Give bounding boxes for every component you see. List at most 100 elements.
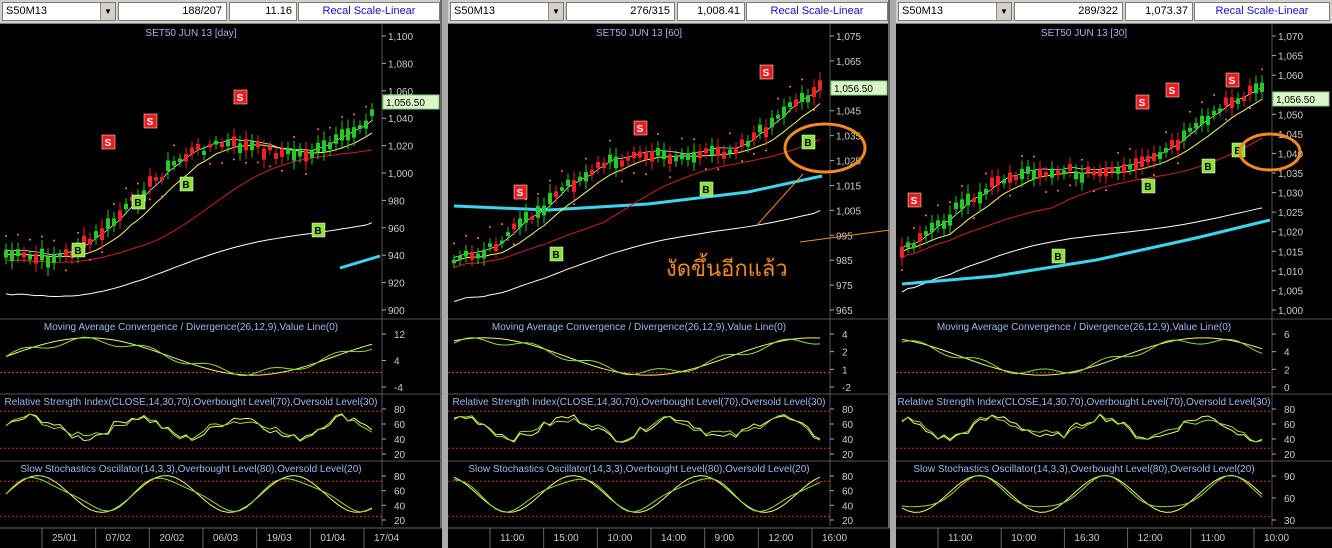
macd-line xyxy=(453,337,821,376)
parabolic-sar-dot xyxy=(317,128,319,131)
recal-scale-button[interactable]: Recal Scale-Linear xyxy=(298,2,440,21)
chart-canvas[interactable]: SET50 JUN 13 [day] 1,1001,0801,0601,0401,… xyxy=(0,24,442,548)
chart-title: SET50 JUN 13 [60] xyxy=(596,28,682,39)
candle-body xyxy=(806,95,810,103)
chart-panel-30min: S50M13 ▼ 289/322 1,073.37 Recal Scale-Lin… xyxy=(896,0,1332,548)
chevron-down-icon[interactable]: ▼ xyxy=(996,3,1011,20)
parabolic-sar-dot xyxy=(125,187,127,190)
candle-body xyxy=(960,199,964,209)
parabolic-sar-dot xyxy=(985,172,987,175)
candle-body xyxy=(112,218,116,226)
candle-body xyxy=(912,244,916,248)
candle-body xyxy=(1248,85,1252,95)
panel-toolbar: S50M13 ▼ 289/322 1,073.37 Recal Scale-Lin… xyxy=(896,0,1332,24)
candle-body xyxy=(1020,168,1024,180)
macd-tick-label: 4 xyxy=(842,330,848,341)
date-tick-label: 12:00 xyxy=(768,533,793,544)
recal-scale-button[interactable]: Recal Scale-Linear xyxy=(1194,2,1330,21)
rsi-title: Relative Strength Index(CLOSE,14,30,70),… xyxy=(5,397,378,408)
parabolic-sar-dot xyxy=(1057,189,1059,192)
candle-body xyxy=(1098,169,1102,177)
candle-body xyxy=(1116,167,1120,174)
price-tick-label: 1,100 xyxy=(388,32,413,43)
candle-body xyxy=(1230,97,1234,109)
rsi-tick-label: 80 xyxy=(842,405,854,416)
symbol-select[interactable]: S50M13 ▼ xyxy=(2,2,116,21)
date-tick-label: 07/02 xyxy=(106,533,131,544)
chevron-down-icon[interactable]: ▼ xyxy=(548,3,563,20)
chart-canvas[interactable]: SET50 JUN 13 [30]1,0701,0651,0601,0551,0… xyxy=(896,24,1332,548)
symbol-select[interactable]: S50M13 ▼ xyxy=(450,2,564,21)
chevron-down-icon[interactable]: ▼ xyxy=(100,3,115,20)
candle-body xyxy=(954,202,958,210)
candle-body xyxy=(506,232,510,237)
stoch-tick-label: 60 xyxy=(1284,494,1296,505)
price-tick-label: 1,035 xyxy=(1278,169,1303,180)
candle-body xyxy=(1212,110,1216,116)
candle-body xyxy=(930,222,934,233)
price-tick-label: 1,030 xyxy=(1278,189,1303,200)
parabolic-sar-dot xyxy=(949,201,951,204)
buy-signal-label: B xyxy=(804,138,811,149)
parabolic-sar-dot xyxy=(489,226,491,229)
buy-signal-label: B xyxy=(702,185,709,196)
parabolic-sar-dot xyxy=(729,132,731,135)
candle-body xyxy=(566,179,570,186)
candle-body xyxy=(250,141,254,151)
chart-title: SET50 JUN 13 [30] xyxy=(1041,28,1127,39)
date-tick-label: 11:00 xyxy=(948,533,973,544)
candle-body xyxy=(800,92,804,103)
parabolic-sar-dot xyxy=(621,180,623,183)
candle-body xyxy=(166,160,170,171)
parabolic-sar-dot xyxy=(549,179,551,182)
candle-body xyxy=(918,233,922,242)
candle-body xyxy=(776,114,780,119)
panel-toolbar: S50M13 ▼ 188/207 11.16 Recal Scale-Linear xyxy=(0,0,440,24)
stoch-signal-line xyxy=(5,476,373,513)
candle-body xyxy=(1038,168,1042,179)
candle-body xyxy=(40,248,44,261)
candle-body xyxy=(584,172,588,182)
candle-body xyxy=(1056,170,1060,176)
candle-body xyxy=(650,151,654,162)
rsi-tick-label: 20 xyxy=(842,450,854,461)
chart-canvas[interactable]: SET50 JUN 13 [60]1,0751,0651,0551,0451,0… xyxy=(448,24,890,548)
parabolic-sar-dot xyxy=(633,171,635,174)
sell-signal-label: S xyxy=(105,138,112,149)
parabolic-sar-dot xyxy=(341,115,343,118)
candle-body xyxy=(1140,156,1144,167)
parabolic-sar-dot xyxy=(173,144,175,147)
stoch-tick-label: 60 xyxy=(842,487,854,498)
candle-body xyxy=(238,143,242,153)
price-tick-label: 1,015 xyxy=(1278,247,1303,258)
candle-body xyxy=(22,252,26,258)
parabolic-sar-dot xyxy=(925,214,927,217)
rsi-tick-label: 20 xyxy=(394,450,406,461)
parabolic-sar-dot xyxy=(89,258,91,261)
rsi-line xyxy=(453,414,821,443)
candle-body xyxy=(560,187,564,191)
stoch-title: Slow Stochastics Oscillator(14,3,3),Over… xyxy=(913,464,1254,475)
candle-body xyxy=(972,198,976,203)
candle-body xyxy=(106,218,110,230)
parabolic-sar-dot xyxy=(1105,189,1107,192)
stoch-tick-label: 30 xyxy=(1284,516,1296,527)
candle-body xyxy=(88,238,92,245)
candle-body xyxy=(1092,171,1096,176)
candle-body xyxy=(334,134,338,144)
parabolic-sar-dot xyxy=(1261,68,1263,71)
parabolic-sar-dot xyxy=(913,227,915,230)
price-tick-label: 1,020 xyxy=(388,142,413,153)
candle-body xyxy=(758,124,762,133)
candle-body xyxy=(310,150,314,158)
candle-body xyxy=(28,255,32,260)
candle-body xyxy=(770,117,774,128)
candle-body xyxy=(614,156,618,169)
symbol-select[interactable]: S50M13 ▼ xyxy=(898,2,1012,21)
recal-scale-button[interactable]: Recal Scale-Linear xyxy=(746,2,888,21)
macd-tick-label: -2 xyxy=(842,383,851,394)
candle-body xyxy=(638,151,642,158)
rsi-signal-line xyxy=(453,413,821,443)
date-tick-label: 10:00 xyxy=(1264,533,1289,544)
cursor-value: 11.16 xyxy=(229,2,297,21)
